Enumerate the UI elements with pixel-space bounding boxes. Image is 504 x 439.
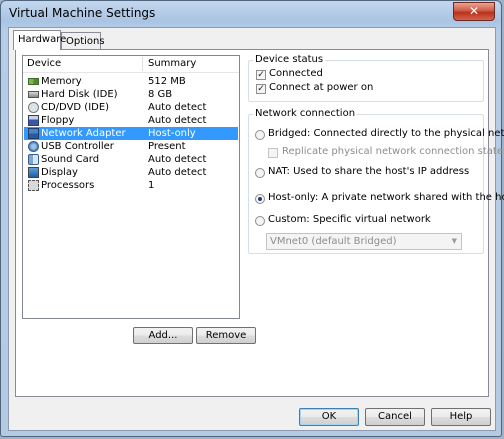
device-name: Floppy (41, 115, 75, 126)
floppy-icon (28, 115, 39, 126)
device-name: Sound Card (41, 154, 100, 165)
device-name: Processors (41, 180, 95, 191)
ok-button[interactable]: OK (299, 408, 359, 426)
device-summary: Auto detect (148, 167, 207, 178)
device-name: CD/DVD (IDE) (41, 102, 110, 113)
hard-disk-icon (28, 91, 39, 98)
device-summary: Auto detect (148, 154, 207, 165)
remove-hardware-button[interactable]: Remove (196, 327, 256, 344)
device-row-display[interactable]: Display Auto detect (24, 166, 238, 179)
device-row-sound-card[interactable]: Sound Card Auto detect (24, 153, 238, 166)
custom-network-select[interactable]: VMnet0 (default Bridged) ▼ (266, 233, 462, 250)
usb-icon (28, 141, 39, 152)
title-bar[interactable]: Virtual Machine Settings ✕ (1, 1, 501, 27)
dialog-body: Hardware Options Device Summary Memory 5… (8, 27, 504, 431)
device-list-header: Device Summary (23, 56, 239, 73)
device-name: Display (41, 167, 78, 178)
replicate-state-checkbox[interactable] (268, 148, 278, 158)
connect-at-power-on-checkbox[interactable]: ✓ (256, 84, 266, 94)
device-name: Network Adapter (41, 128, 126, 139)
add-hardware-button[interactable]: Add... (133, 327, 193, 344)
display-icon (28, 167, 39, 178)
chevron-down-icon: ▼ (451, 237, 457, 245)
column-header-summary[interactable]: Summary (148, 56, 196, 72)
device-name: Memory (41, 76, 82, 87)
device-status-title: Device status (253, 54, 326, 65)
device-summary: Auto detect (148, 102, 207, 113)
column-header-device[interactable]: Device (27, 56, 61, 72)
network-adapter-icon (28, 128, 39, 139)
add-button-label: Add... (148, 330, 178, 341)
device-summary: Present (148, 141, 186, 152)
ok-button-label: OK (321, 411, 337, 422)
cd-dvd-icon (28, 102, 39, 113)
remove-button-label: Remove (205, 330, 247, 341)
help-button-label: Help (449, 411, 473, 422)
cancel-button-label: Cancel (378, 411, 412, 422)
dialog-window: Virtual Machine Settings ✕ Hardware Opti… (0, 0, 504, 437)
device-row-cd-dvd[interactable]: CD/DVD (IDE) Auto detect (24, 101, 238, 114)
custom-network-value: VMnet0 (default Bridged) (270, 236, 397, 247)
network-connection-group: Network connection Bridged: Connected di… (248, 108, 504, 254)
column-divider[interactable] (142, 57, 143, 71)
device-row-hard-disk[interactable]: Hard Disk (IDE) 8 GB (24, 88, 238, 101)
device-row-processors[interactable]: Processors 1 (24, 179, 238, 192)
replicate-state-label[interactable]: Replicate physical network connection st… (282, 146, 503, 157)
nat-label[interactable]: NAT: Used to share the host's IP address (268, 166, 469, 177)
host-only-radio[interactable] (255, 194, 265, 204)
connected-label[interactable]: Connected (269, 68, 323, 79)
hardware-panel: Device Summary Memory 512 MB Hard Disk (… (15, 49, 504, 397)
device-summary: 512 MB (148, 76, 186, 87)
connected-checkbox[interactable]: ✓ (256, 70, 266, 80)
processor-icon (28, 180, 39, 191)
connect-at-power-on-label[interactable]: Connect at power on (269, 82, 373, 93)
host-only-label[interactable]: Host-only: A private network shared with… (268, 192, 504, 203)
device-summary: Auto detect (148, 115, 207, 126)
device-name: USB Controller (41, 141, 114, 152)
bridged-label[interactable]: Bridged: Connected directly to the physi… (268, 128, 504, 139)
window-title: Virtual Machine Settings (9, 6, 156, 20)
nat-radio[interactable] (255, 168, 265, 178)
device-row-memory[interactable]: Memory 512 MB (24, 75, 238, 88)
device-row-network-adapter[interactable]: Network Adapter Host-only (24, 127, 238, 140)
custom-radio[interactable] (255, 216, 265, 226)
memory-icon (28, 78, 39, 85)
tab-hardware[interactable]: Hardware (13, 30, 66, 50)
network-connection-title: Network connection (253, 108, 358, 119)
close-button[interactable]: ✕ (453, 2, 495, 21)
device-summary: 1 (148, 180, 155, 191)
bridged-radio[interactable] (255, 130, 265, 140)
close-icon: ✕ (468, 4, 480, 18)
device-status-group: Device status ✓ Connected ✓ Connect at p… (248, 54, 484, 102)
device-name: Hard Disk (IDE) (41, 89, 118, 100)
sound-icon (28, 154, 39, 165)
device-row-usb-controller[interactable]: USB Controller Present (24, 140, 238, 153)
device-list[interactable]: Device Summary Memory 512 MB Hard Disk (… (22, 55, 240, 319)
help-button[interactable]: Help (431, 408, 491, 426)
tab-options[interactable]: Options (61, 32, 105, 49)
device-summary: Host-only (148, 128, 196, 139)
device-summary: 8 GB (148, 89, 173, 100)
custom-label[interactable]: Custom: Specific virtual network (268, 214, 431, 225)
device-row-floppy[interactable]: Floppy Auto detect (24, 114, 238, 127)
cancel-button[interactable]: Cancel (365, 408, 425, 426)
